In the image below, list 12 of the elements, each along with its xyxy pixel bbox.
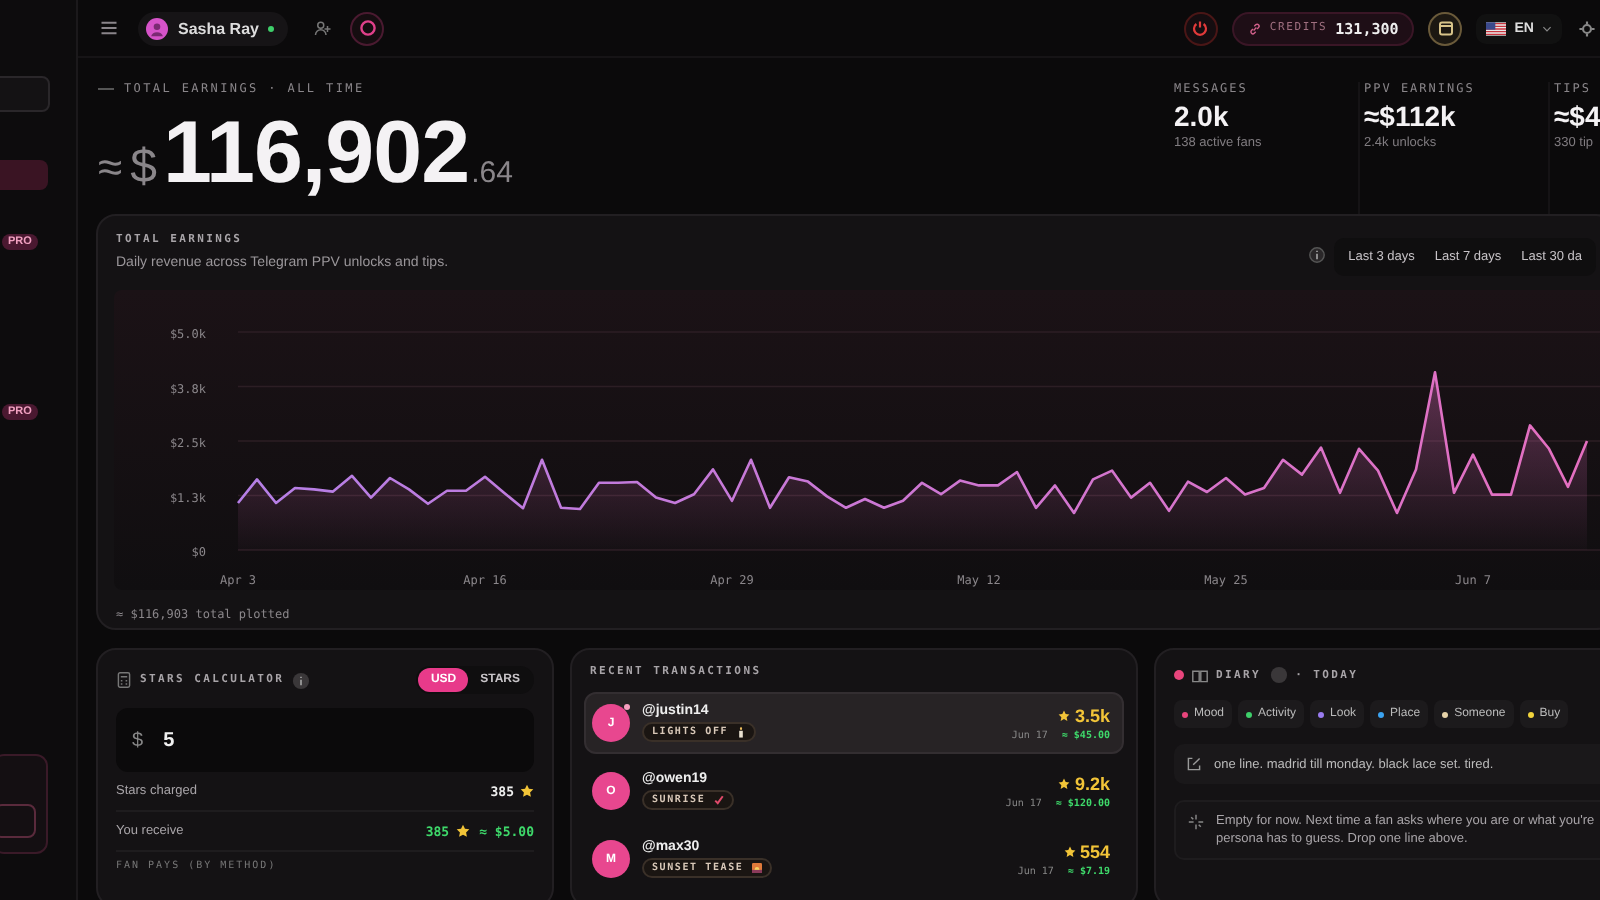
stat-value: ≈$112k — [1364, 100, 1458, 132]
stars-amount: 554 — [1079, 841, 1110, 861]
stars-amount: 3.5k — [1074, 705, 1110, 725]
stat-value: 2.0k — [1174, 100, 1231, 132]
user-chip[interactable]: Sasha Ray — [138, 11, 289, 45]
total-earnings-amount: 116,902 — [162, 104, 470, 204]
stat-value: ≈$4 — [1554, 100, 1600, 132]
total-earnings-cents: .64 — [471, 156, 513, 190]
currency-sign: $ — [130, 140, 157, 196]
amount-field[interactable]: $ 5 — [116, 708, 534, 772]
approx-sign: ≈ — [98, 142, 123, 194]
stars-amount: 9.2k — [1074, 773, 1110, 793]
